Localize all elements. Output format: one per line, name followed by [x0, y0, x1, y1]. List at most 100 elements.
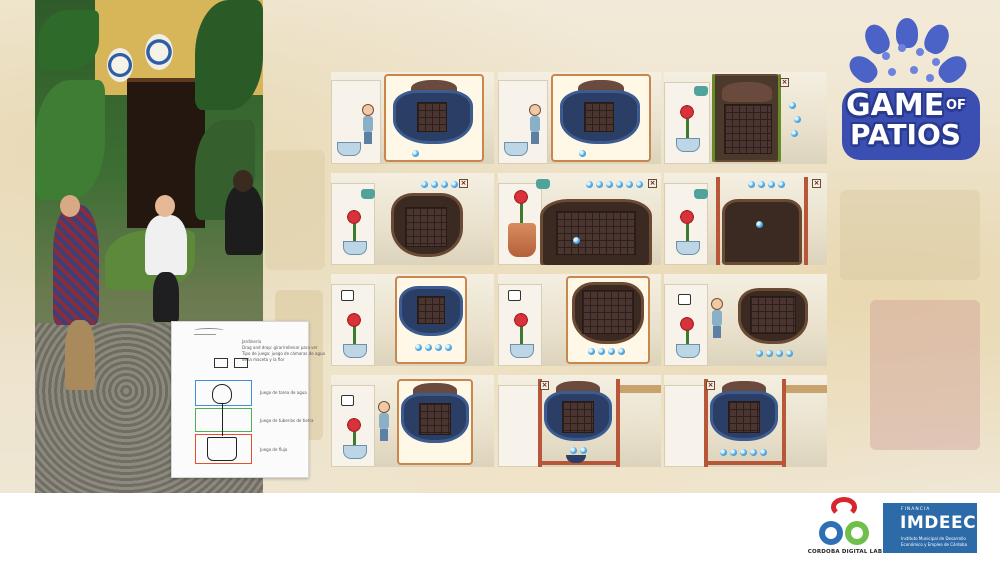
patio-house [498, 385, 542, 467]
close-icon[interactable]: × [648, 179, 657, 188]
cordoba-digital-lab-logo: CORDOBA DIGITAL LAB [805, 497, 885, 561]
water-drop [768, 181, 775, 188]
logo-flower [888, 68, 896, 76]
sketch-note: Tipo de juego: juego de cámaras de agua [242, 351, 326, 356]
ceramic-plate [145, 34, 173, 70]
speech-bubble [508, 290, 521, 301]
sketch-zone-earth [195, 408, 252, 432]
water-drop [786, 350, 793, 357]
puzzle-board [750, 296, 796, 334]
person-legs [65, 320, 95, 390]
water-drop [580, 447, 587, 454]
puzzle-board [417, 296, 445, 324]
pipe-right [616, 379, 620, 467]
water-drop [766, 350, 773, 357]
sketch-note: de la maceta y la flor [242, 357, 285, 362]
ceramic-plate [107, 48, 133, 82]
sketch-flower [212, 384, 232, 404]
logo-flower [882, 52, 890, 60]
sketch-caption: Juego de tarea de agua [260, 390, 307, 395]
water-drop [570, 447, 577, 454]
cdl-inner-dot [851, 527, 863, 539]
game-screen-6: × [664, 173, 827, 265]
water-drop [794, 116, 801, 123]
puzzle-board [405, 207, 447, 247]
water-drop [445, 344, 452, 351]
close-icon[interactable]: × [812, 179, 821, 188]
puzzle-board [556, 211, 636, 255]
close-icon[interactable]: × [540, 381, 549, 390]
red-flower [346, 209, 362, 225]
person-with-paper [145, 215, 187, 275]
financia-label: FINANCIA [901, 507, 931, 512]
sketch-paper: Jardinería Drag and drop: girar/rellenar… [171, 321, 325, 478]
girl-character [528, 104, 542, 144]
red-flower [346, 312, 362, 328]
water-drop [750, 449, 757, 456]
speech-bubble [341, 395, 354, 406]
pipe-right [782, 379, 786, 467]
girl-character [361, 104, 375, 144]
blue-pot [343, 241, 367, 255]
sketch-note: Drag and drop: girar/rellenar para ver [242, 345, 318, 350]
game-screen-4: × [331, 173, 494, 265]
blue-pot [676, 241, 700, 255]
game-screen-9 [664, 274, 827, 366]
imdeec-name: IMDEEC [900, 513, 977, 533]
water-drop [435, 344, 442, 351]
cdl-inner-dot [825, 527, 837, 539]
watering-can [694, 189, 708, 199]
water-drop [586, 181, 593, 188]
blue-pot [504, 142, 528, 156]
water-drop [412, 150, 419, 157]
red-flower [513, 189, 529, 205]
puzzle-board [582, 290, 634, 334]
blue-pot [510, 344, 534, 358]
vine-left [712, 74, 715, 162]
water-drop [760, 449, 767, 456]
sketch-caption: Juego de flujo [260, 447, 288, 452]
game-screen-12: × [664, 375, 827, 467]
logo-flower [932, 58, 940, 66]
red-flower [679, 104, 695, 120]
patio-roof [784, 385, 827, 393]
water-drop [720, 449, 727, 456]
water-drop [789, 102, 796, 109]
water-drop [441, 181, 448, 188]
water-drop [415, 344, 422, 351]
blue-pot [343, 344, 367, 358]
game-screen-2 [498, 72, 661, 164]
sketch-line [194, 334, 216, 335]
water-drop [598, 348, 605, 355]
speech-bubble [678, 294, 691, 305]
water-drop [730, 449, 737, 456]
water-drop [425, 344, 432, 351]
puzzle-board [417, 102, 447, 132]
person-head [155, 195, 175, 217]
pipe-bottom [704, 461, 786, 465]
girl-character [710, 298, 724, 338]
person-head [233, 170, 253, 192]
water-drop [606, 181, 613, 188]
red-flower [679, 316, 695, 332]
logo-word-patios: PATIOS [850, 118, 961, 151]
watering-can [361, 189, 375, 199]
water-drop [573, 237, 580, 244]
person-third [225, 185, 263, 255]
puzzle-board [724, 104, 772, 154]
close-icon[interactable]: × [459, 179, 468, 188]
pipe-left [538, 379, 542, 467]
logo-leaf [844, 50, 882, 88]
blue-pot [676, 344, 700, 358]
red-flower [679, 209, 695, 225]
water-drop [579, 150, 586, 157]
imdeec-logo: FINANCIA IMDEEC Instituto Municipal de D… [883, 503, 977, 553]
game-screen-5: × [498, 173, 661, 265]
close-icon[interactable]: × [706, 381, 715, 390]
water-drop [588, 348, 595, 355]
background-house-right [840, 190, 980, 280]
imdeec-subtitle-line: Instituto Municipal de Desarrollo [901, 536, 966, 541]
close-icon[interactable]: × [780, 78, 789, 87]
plant-leaf [39, 10, 99, 70]
logo-leaf [860, 20, 894, 58]
